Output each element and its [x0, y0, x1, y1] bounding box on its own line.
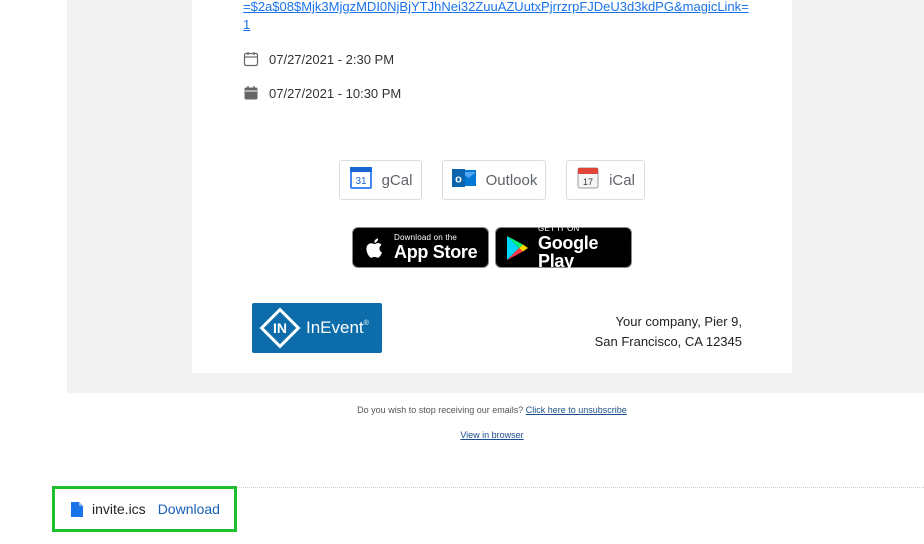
app-store-badge[interactable]: Download on the App Store: [352, 227, 489, 268]
start-datetime-row: 07/27/2021 - 2:30 PM: [243, 49, 394, 69]
ical-button[interactable]: 17 iCal: [566, 160, 645, 200]
svg-text:31: 31: [355, 176, 367, 187]
end-datetime-row: 07/27/2021 - 10:30 PM: [243, 83, 401, 103]
unsubscribe-row: Do you wish to stop receiving our emails…: [0, 405, 924, 415]
ical-label: iCal: [609, 171, 635, 189]
inevent-logo: IN InEvent ®: [252, 303, 382, 353]
end-datetime: 07/27/2021 - 10:30 PM: [269, 85, 402, 101]
file-icon: [70, 501, 84, 518]
divider: [236, 487, 924, 488]
app-store-big-text: App Store: [394, 242, 478, 262]
calendar-outline-icon: [243, 51, 259, 67]
google-play-icon: [505, 235, 529, 261]
svg-text:o: o: [455, 174, 462, 186]
calendar-filled-icon: [243, 85, 259, 101]
google-play-badge[interactable]: GET IT ON Google Play: [495, 224, 632, 271]
google-calendar-icon: 31: [349, 166, 373, 194]
google-play-big-text: Google Play: [538, 233, 599, 271]
outlook-button[interactable]: o Outlook: [442, 160, 546, 200]
unsubscribe-link[interactable]: Click here to unsubscribe: [526, 405, 627, 415]
view-in-browser-link[interactable]: View in browser: [460, 430, 523, 440]
magic-link[interactable]: =$2a$08$Mjk3MjgzMDI0NjBjYTJhNei32ZuuAZUu…: [243, 0, 753, 34]
google-play-small-text: GET IT ON: [538, 224, 580, 233]
company-address: Your company, Pier 9, San Francisco, CA …: [595, 312, 742, 352]
view-in-browser-row: View in browser: [0, 430, 924, 440]
inevent-logo-mark: IN: [257, 305, 303, 351]
outlook-label: Outlook: [485, 171, 538, 189]
svg-text:17: 17: [583, 177, 593, 187]
app-store-small-text: Download on the: [394, 233, 458, 242]
download-button[interactable]: Download: [158, 501, 220, 517]
address-line-1: Your company, Pier 9,: [615, 314, 742, 329]
svg-text:IN: IN: [273, 320, 287, 336]
inevent-logo-text: InEvent: [306, 318, 364, 337]
gcal-button[interactable]: 31 gCal: [339, 160, 422, 200]
apple-icon: [364, 236, 386, 260]
ical-icon: 17: [576, 166, 600, 194]
gcal-label: gCal: [381, 171, 413, 189]
unsubscribe-text: Do you wish to stop receiving our emails…: [357, 405, 524, 415]
attachment-filename: invite.ics: [92, 501, 146, 517]
address-line-2: San Francisco, CA 12345: [594, 334, 742, 349]
start-datetime: 07/27/2021 - 2:30 PM: [269, 51, 395, 67]
attachment-highlight: invite.ics Download: [52, 486, 237, 532]
outlook-icon: o: [451, 166, 477, 194]
